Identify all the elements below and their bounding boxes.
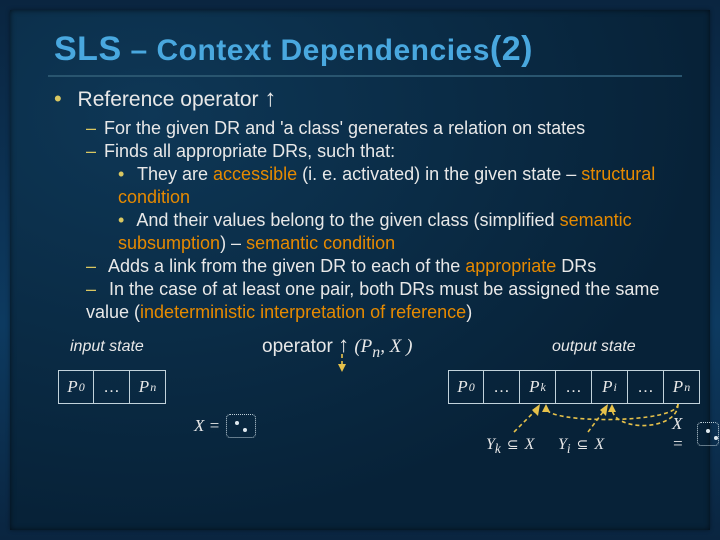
b3-2-em2: semantic condition	[246, 233, 395, 253]
title-num: (2)	[490, 30, 533, 68]
cell-p: P	[602, 377, 612, 397]
x-equals-right: X =	[672, 414, 719, 454]
bullet-level2: Finds all appropriate DRs, such that:	[54, 140, 682, 163]
b2-3-post: DRs	[561, 256, 596, 276]
state-cell: Pn	[130, 370, 166, 404]
x-equals-left: X =	[194, 414, 256, 438]
mb-lhs: Y	[558, 436, 567, 453]
bullet-level1: Reference operator ↑	[54, 85, 682, 113]
operator-expression: operator ↑ (Pn, X )	[262, 332, 412, 362]
b3-1-pre: They are	[137, 164, 213, 184]
mb-rhs: X	[525, 436, 535, 453]
bullet-level2: For the given DR and 'a class' generates…	[54, 117, 682, 140]
input-state-row: P0 … Pn	[58, 370, 166, 404]
b2-2-text: Finds all appropriate DRs, such that:	[104, 141, 395, 161]
cell-p: P	[673, 377, 683, 397]
cell-sub: k	[541, 380, 546, 395]
cell-sub: 0	[469, 380, 475, 395]
title-abbr: SLS	[54, 30, 122, 68]
cell-sub: n	[684, 380, 690, 395]
op-arg1: P	[361, 336, 373, 357]
slide: SLS – Context Dependencies(2) Reference …	[0, 0, 720, 540]
state-cell-dots: …	[94, 370, 130, 404]
state-cell: P0	[448, 370, 484, 404]
args-sep: ,	[380, 336, 390, 357]
slide-title: SLS – Context Dependencies(2)	[54, 30, 682, 69]
state-cell-dots: …	[484, 370, 520, 404]
bullet-list: Reference operator ↑ For the given DR an…	[54, 85, 682, 324]
b3-1-post: (i. e. activated) in the given state –	[297, 164, 581, 184]
operator-word: operator	[262, 336, 333, 357]
input-state-label: input state	[70, 338, 144, 356]
subset-icon: ⊆	[505, 436, 521, 452]
cell-sub: i	[614, 380, 617, 395]
dots: …	[493, 377, 510, 397]
title-rule	[48, 75, 682, 77]
xeq-text: X =	[194, 416, 220, 436]
bullet-level3: They are accessible (i. e. activated) in…	[54, 163, 682, 209]
mb-lhs: Y	[486, 436, 495, 453]
diagram: input state output state operator ↑ (Pn,…	[54, 332, 682, 472]
dots: …	[637, 377, 654, 397]
bullet-level3: And their values belong to the given cla…	[54, 209, 682, 255]
set-dots-icon	[697, 422, 719, 446]
xeq-text: X =	[672, 414, 691, 454]
dots: …	[103, 377, 120, 397]
bullet-level2: In the case of at least one pair, both D…	[54, 278, 682, 324]
state-cell: Pi	[592, 370, 628, 404]
b2-3-pre: Adds a link from the given DR to each of…	[108, 256, 465, 276]
slide-content: SLS – Context Dependencies(2) Reference …	[10, 10, 710, 530]
cell-sub: 0	[79, 380, 85, 395]
membership-2: Yi ⊆ X	[558, 436, 604, 457]
cell-p: P	[457, 377, 467, 397]
operator-args: (Pn, X )	[354, 336, 412, 357]
subset-icon: ⊆	[575, 436, 591, 452]
up-arrow-icon: ↑	[264, 85, 276, 112]
cell-p: P	[139, 377, 149, 397]
up-arrow-icon: ↑	[338, 332, 349, 357]
state-cell-dots: …	[556, 370, 592, 404]
b1-text: Reference operator	[78, 88, 265, 111]
title-rest: Context Dependencies	[156, 34, 489, 67]
cell-sub: n	[150, 380, 156, 395]
b3-2-mid: ) –	[220, 233, 246, 253]
mb-rhs: X	[594, 436, 604, 453]
output-state-label: output state	[552, 338, 636, 356]
membership-1: Yk ⊆ X	[486, 436, 534, 457]
state-cell: Pk	[520, 370, 556, 404]
op-arg2: X	[390, 336, 402, 357]
paren-close: )	[401, 336, 412, 357]
b2-4-em: indeterministic interpretation of refere…	[140, 302, 466, 322]
dots: …	[565, 377, 582, 397]
cell-p: P	[67, 377, 77, 397]
b2-1-text: For the given DR and 'a class' generates…	[104, 118, 585, 138]
cell-p: P	[529, 377, 539, 397]
output-state-row: P0 … Pk … Pi … Pn	[448, 370, 700, 404]
title-sep: –	[122, 34, 157, 67]
mb-lhs-sub: i	[567, 441, 571, 456]
set-dots-icon	[226, 414, 256, 438]
b3-2-pre: And their values belong to the given cla…	[136, 210, 559, 230]
op-arg1-sub: n	[372, 344, 380, 361]
b2-4-post: )	[466, 302, 472, 322]
bullet-level2: Adds a link from the given DR to each of…	[54, 255, 682, 278]
mb-lhs-sub: k	[495, 441, 501, 456]
state-cell: Pn	[664, 370, 700, 404]
b2-3-em: appropriate	[465, 256, 561, 276]
state-cell: P0	[58, 370, 94, 404]
b3-1-em: accessible	[213, 164, 297, 184]
state-cell-dots: …	[628, 370, 664, 404]
